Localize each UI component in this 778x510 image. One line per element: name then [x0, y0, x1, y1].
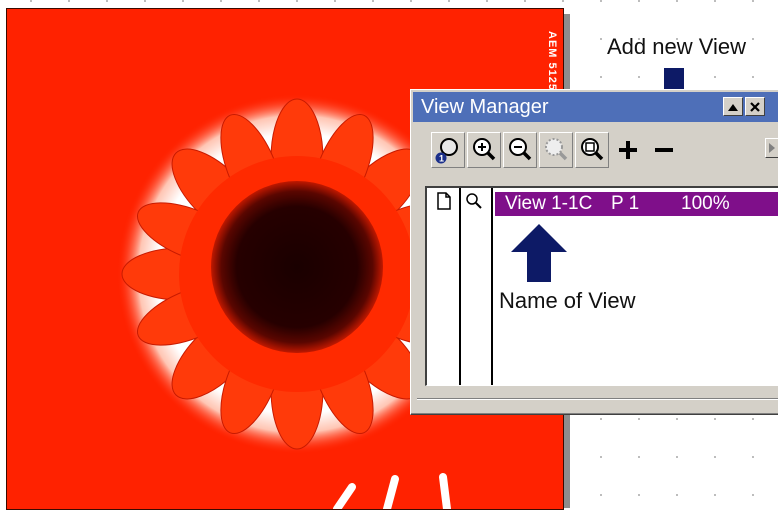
view-manager-palette[interactable]: View Manager 1 View 1-1C P 1 100% Name o… [410, 89, 778, 415]
chevron-right-icon [769, 143, 775, 153]
view-list-row[interactable]: View 1-1C P 1 100% [495, 192, 778, 216]
remove-view-icon [655, 148, 673, 152]
palette-title: View Manager [421, 96, 549, 118]
view-number-button[interactable]: 1 [431, 132, 465, 168]
name-of-view-label: Name of View [499, 288, 636, 313]
view-number-magnifier-icon: 1 [435, 138, 458, 164]
zoom-fit-button[interactable] [575, 132, 609, 168]
close-icon [750, 101, 760, 112]
svg-text:1: 1 [439, 154, 444, 164]
palette-bottom-separator [417, 398, 778, 400]
view-zoom: 100% [681, 193, 730, 214]
zoom-marquee-icon [545, 138, 568, 161]
remove-view-button[interactable] [647, 132, 681, 168]
triangle-up-icon [728, 103, 738, 111]
zoom-out-icon [509, 138, 532, 161]
zoom-marquee-button[interactable] [539, 132, 573, 168]
palette-title-bar[interactable]: View Manager [413, 92, 778, 122]
add-view-button[interactable] [611, 132, 645, 168]
column-divider [459, 188, 461, 385]
view-name: View 1-1C [505, 193, 593, 214]
view-page: P 1 [611, 193, 640, 214]
zoom-fit-icon [581, 138, 604, 161]
views-list[interactable]: View 1-1C P 1 100% Name of View [425, 186, 778, 386]
page-icon [437, 192, 451, 210]
zoom-in-button[interactable] [467, 132, 501, 168]
column-divider [491, 188, 493, 385]
palette-toolbar: 1 [419, 132, 778, 172]
collapse-button[interactable] [723, 97, 743, 116]
add-new-view-label: Add new View [607, 34, 747, 59]
magnifier-icon [466, 193, 482, 209]
up-arrow-icon [511, 224, 567, 282]
toolbar-scroll-right-button[interactable] [765, 138, 778, 158]
add-view-icon [619, 141, 637, 159]
zoom-in-icon [473, 138, 496, 161]
close-button[interactable] [745, 97, 765, 116]
zoom-out-button[interactable] [503, 132, 537, 168]
